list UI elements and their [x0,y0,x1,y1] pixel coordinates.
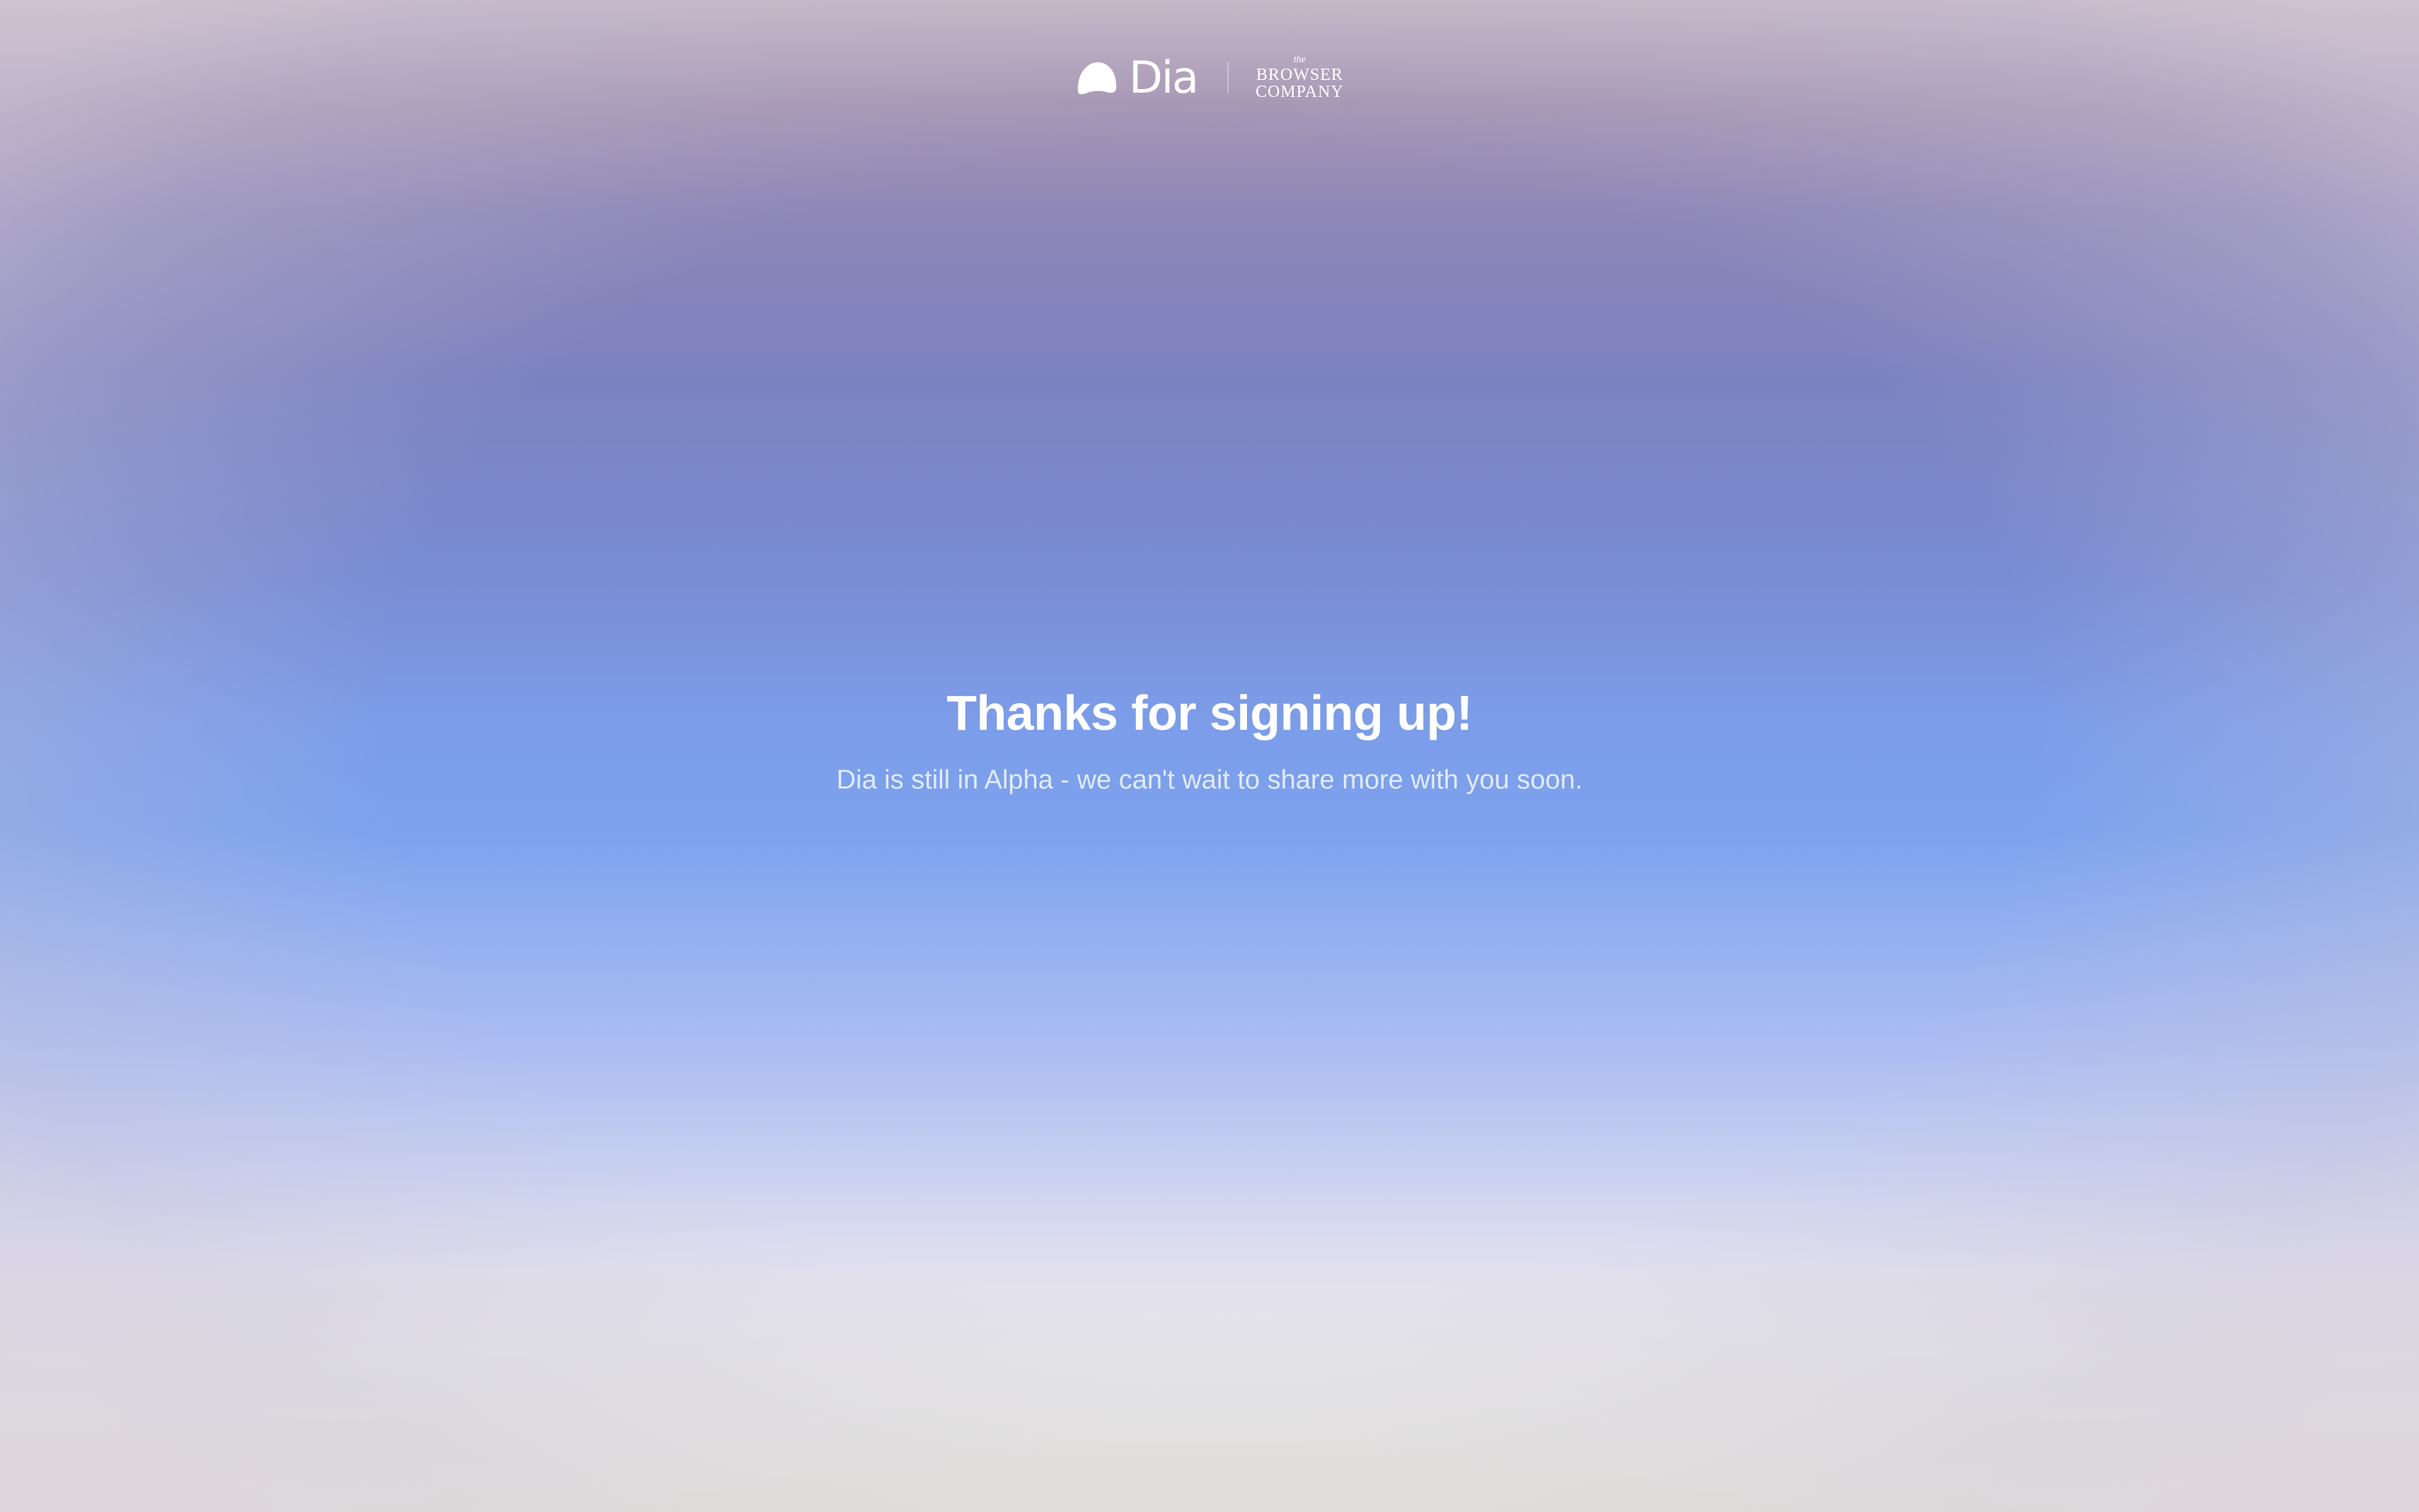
dia-logo-icon [1077,62,1117,95]
site-header: Dia the BROWSER COMPANY [0,50,2419,106]
the-browser-company-logo[interactable]: the BROWSER COMPANY [1255,54,1344,101]
tbc-logo-line1: BROWSER [1255,66,1343,84]
signup-confirmation: Thanks for signing up! Dia is still in A… [0,685,2419,796]
dia-logo[interactable]: Dia [1075,52,1199,103]
tbc-logo-line2: COMPANY [1255,83,1344,101]
header-divider [1227,62,1229,93]
page-subtitle: Dia is still in Alpha - we can't wait to… [836,765,1583,795]
dia-wordmark: Dia [1129,52,1199,103]
tbc-logo-the: the [1293,54,1306,65]
page-title: Thanks for signing up! [946,685,1473,740]
